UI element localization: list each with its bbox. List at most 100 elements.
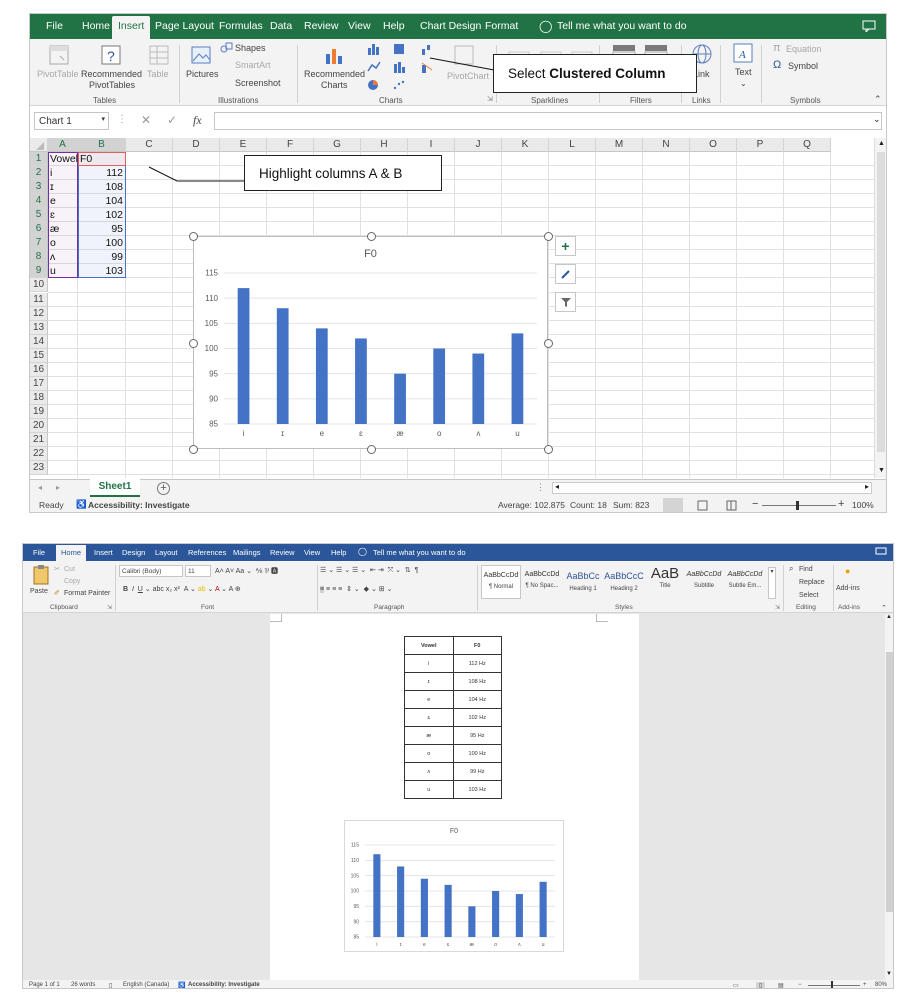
column-header-n[interactable]: N [643, 138, 690, 152]
chart-bar[interactable] [539, 881, 547, 937]
cell-a7[interactable]: o [50, 236, 56, 250]
chart-bar[interactable] [355, 338, 367, 424]
tab-page-layout[interactable]: Page Layout [155, 20, 214, 32]
zoom-level[interactable]: 100% [852, 500, 874, 510]
tab-help[interactable]: Help [331, 548, 346, 557]
word-tell-me-box[interactable]: Tell me what you want to do [373, 548, 466, 557]
lightbulb-icon[interactable]: ◯ [358, 547, 367, 556]
column-header-d[interactable]: D [173, 138, 220, 152]
styles-more-button[interactable]: ▾ [768, 567, 776, 599]
row-header-11[interactable]: 11 [30, 292, 48, 307]
tab-design[interactable]: Design [122, 548, 145, 557]
replace-button[interactable]: Replace [799, 579, 825, 586]
scroll-down-icon[interactable]: ▼ [886, 971, 892, 977]
style-no-spac[interactable]: AaBbCcDd ¶ No Spac... [522, 565, 562, 599]
row-header-7[interactable]: 7 [30, 236, 48, 251]
smartart-button[interactable]: SmartArt [235, 60, 271, 70]
row-header-4[interactable]: 4 [30, 194, 48, 209]
row-header-5[interactable]: 5 [30, 208, 48, 223]
add-sheet-button[interactable]: + [157, 482, 170, 495]
paragraph-row-1[interactable]: ☰ ⌄ ☰ ⌄ ☰ ⌄ ⇤ ⇥ ⤧ ⌄ ⇅ ¶ [320, 566, 418, 575]
paragraph-row-2[interactable]: ≡ ≡ ≡ ≡ ⇕ ⌄ ◆ ⌄ ⊞ ⌄ [320, 585, 392, 593]
read-mode-icon[interactable]: ▭ [733, 982, 739, 988]
scroll-right-icon[interactable]: ▸ [865, 482, 869, 491]
text-button[interactable]: Text [735, 67, 752, 77]
font-size-dropdown[interactable]: 11 [185, 565, 211, 577]
word-vertical-scrollbar[interactable]: ▲ ▼ [885, 614, 893, 980]
tab-review[interactable]: Review [304, 20, 338, 32]
row-header-16[interactable]: 16 [30, 362, 48, 377]
chart-bar[interactable] [237, 288, 250, 424]
dialog-launcher-icon[interactable]: ⇲ [107, 604, 112, 611]
chart-bar[interactable] [433, 348, 446, 425]
cell-a8[interactable]: ʌ [50, 250, 55, 264]
chart-bar[interactable] [492, 891, 500, 937]
table-cell-f0[interactable]: 103 Hz [452, 780, 503, 799]
chevron-down-icon[interactable]: ▾ [101, 115, 105, 123]
split-handle-icon[interactable]: ⋮ [536, 482, 545, 493]
column-header-k[interactable]: K [502, 138, 549, 152]
insert-function-button[interactable]: fx [193, 113, 202, 128]
scroll-up-icon[interactable]: ▲ [878, 140, 885, 147]
chart-bar[interactable] [444, 884, 452, 937]
row-header-8[interactable]: 8 [30, 250, 48, 265]
table-cell-f0[interactable]: 99 Hz [452, 762, 503, 781]
scrollbar-thumb[interactable] [877, 152, 885, 452]
tab-data[interactable]: Data [270, 20, 292, 32]
tab-insert[interactable]: Insert [112, 16, 151, 39]
column-header-f[interactable]: F [267, 138, 314, 152]
scroll-down-icon[interactable]: ▼ [878, 467, 885, 474]
copy-button[interactable]: Copy [64, 578, 80, 585]
cell-a2[interactable]: i [50, 166, 52, 180]
chart-resize-handle[interactable] [189, 338, 198, 348]
column-header-o[interactable]: O [690, 138, 737, 152]
normal-view-button[interactable] [663, 498, 683, 512]
row-header-19[interactable]: 19 [30, 404, 48, 419]
style-title[interactable]: AaB Title [645, 565, 685, 599]
column-header-a[interactable]: A [48, 138, 78, 152]
find-button[interactable]: Find [799, 566, 813, 573]
expand-formula-icon[interactable]: ⌄ [873, 114, 881, 125]
document-page[interactable]: Vowel F0 i 112 Hz ɪ 108 Hz e 104 Hz ɛ 102 Hz æ 95… [270, 614, 639, 982]
column-header-j[interactable]: J [455, 138, 502, 152]
pictures-button[interactable]: Pictures [186, 69, 219, 79]
row-header-1[interactable]: 1 [30, 152, 48, 167]
proofing-icon[interactable]: ▯ [109, 982, 112, 988]
scrollbar-thumb[interactable] [886, 652, 893, 912]
table-cell-vowel[interactable]: ʌ [404, 762, 454, 781]
table-cell-vowel[interactable]: e [404, 690, 454, 709]
zoom-level[interactable]: 80% [875, 982, 887, 988]
cell-b8[interactable]: 99 [78, 250, 123, 264]
zoom-out-button[interactable]: − [798, 982, 802, 988]
page-layout-view-icon[interactable] [697, 500, 709, 511]
column-header-b[interactable]: B [78, 138, 126, 152]
dialog-launcher-icon[interactable]: ⇲ [487, 95, 493, 103]
symbol-button[interactable]: Symbol [788, 61, 818, 71]
status-page[interactable]: Page 1 of 1 [29, 982, 60, 988]
row-header-21[interactable]: 21 [30, 433, 48, 448]
tab-view[interactable]: View [304, 548, 320, 557]
comments-icon[interactable] [862, 20, 876, 32]
table-cell-f0[interactable]: 102 Hz [452, 708, 503, 727]
table-cell-vowel[interactable]: o [404, 744, 454, 763]
sheet-tab-sheet1[interactable]: Sheet1 [90, 479, 140, 497]
column-chart-icon[interactable] [366, 42, 386, 56]
row-header-23[interactable]: 23 [30, 461, 48, 476]
table-cell-vowel[interactable]: u [404, 780, 454, 799]
chart-bar[interactable] [511, 333, 524, 424]
hierarchy-chart-icon[interactable] [392, 42, 412, 56]
chart-bar[interactable] [397, 866, 405, 937]
table-cell-f0[interactable]: 108 Hz [452, 672, 503, 691]
chart-elements-button[interactable]: + [555, 236, 576, 256]
font-format-row-1[interactable]: A˄ A˅ Aa ⌄ ⅍ ⅌ 🅰 [215, 566, 278, 576]
font-name-dropdown[interactable]: Calibri (Body) [119, 565, 183, 577]
row-header-13[interactable]: 13 [30, 320, 48, 335]
chart-resize-handle[interactable] [366, 445, 376, 454]
chart-resize-handle[interactable] [544, 232, 553, 241]
row-header-10[interactable]: 10 [30, 278, 48, 293]
table-cell-vowel[interactable]: ɪ [404, 672, 454, 691]
lightbulb-icon[interactable]: ◯ [539, 19, 552, 33]
style-subtle-em[interactable]: AaBbCcDd Subtle Em... [725, 565, 765, 599]
select-button[interactable]: Select [799, 592, 818, 599]
zoom-out-button[interactable]: − [752, 498, 758, 510]
